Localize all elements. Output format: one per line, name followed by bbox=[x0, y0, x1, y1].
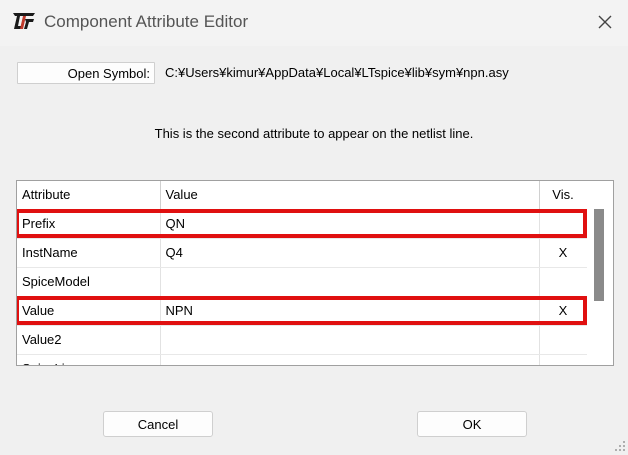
value-cell[interactable] bbox=[160, 267, 540, 297]
attribute-cell: Prefix bbox=[17, 209, 161, 239]
close-button[interactable] bbox=[582, 0, 628, 46]
scrollbar-thumb[interactable] bbox=[594, 209, 604, 301]
header-row: Attribute Value Vis. bbox=[17, 181, 588, 210]
value-cell[interactable]: QN bbox=[160, 209, 540, 239]
symbol-path: C:¥Users¥kimur¥AppData¥Local¥LTspice¥lib… bbox=[165, 65, 509, 80]
open-symbol-button[interactable]: Open Symbol: bbox=[17, 62, 155, 84]
table-row[interactable]: Prefix QN bbox=[17, 209, 588, 239]
table-row[interactable]: Value2 bbox=[17, 325, 588, 355]
column-header-value[interactable]: Value bbox=[160, 181, 540, 210]
dialog-body: Open Symbol: C:¥Users¥kimur¥AppData¥Loca… bbox=[0, 46, 628, 454]
value-cell[interactable]: Q4 bbox=[160, 238, 540, 268]
value-cell[interactable]: NPN bbox=[160, 296, 540, 326]
table-row[interactable]: SpiceModel bbox=[17, 267, 588, 297]
attribute-cell: SpiceModel bbox=[17, 267, 161, 297]
vis-cell[interactable]: X bbox=[539, 296, 588, 326]
attribute-cell: InstName bbox=[17, 238, 161, 268]
table-row[interactable]: SpiceLine bbox=[17, 354, 588, 365]
vertical-scrollbar[interactable] bbox=[587, 181, 613, 365]
title-bar: Component Attribute Editor bbox=[0, 0, 628, 46]
column-header-attribute[interactable]: Attribute bbox=[17, 181, 161, 210]
close-icon bbox=[597, 14, 613, 33]
attribute-table: Attribute Value Vis. Prefix QN InstName … bbox=[17, 181, 588, 365]
window-title: Component Attribute Editor bbox=[44, 12, 249, 31]
column-header-vis[interactable]: Vis. bbox=[539, 181, 588, 210]
table-row[interactable]: Value NPN X bbox=[17, 296, 588, 326]
attribute-grid[interactable]: Attribute Value Vis. Prefix QN InstName … bbox=[16, 180, 614, 366]
vis-cell[interactable]: X bbox=[539, 238, 588, 268]
vis-cell[interactable] bbox=[539, 267, 588, 297]
attribute-cell: Value2 bbox=[17, 325, 161, 355]
ok-button[interactable]: OK bbox=[417, 411, 527, 437]
value-cell[interactable] bbox=[160, 325, 540, 355]
attribute-hint: This is the second attribute to appear o… bbox=[154, 126, 474, 141]
vis-cell[interactable] bbox=[539, 354, 588, 365]
ltspice-logo-icon bbox=[12, 11, 36, 31]
cancel-button[interactable]: Cancel bbox=[103, 411, 213, 437]
attribute-cell: SpiceLine bbox=[17, 354, 161, 365]
vis-cell[interactable] bbox=[539, 209, 588, 239]
table-row[interactable]: InstName Q4 X bbox=[17, 238, 588, 268]
resize-grip-icon[interactable] bbox=[614, 440, 626, 452]
attribute-cell: Value bbox=[17, 296, 161, 326]
value-cell[interactable] bbox=[160, 354, 540, 365]
vis-cell[interactable] bbox=[539, 325, 588, 355]
